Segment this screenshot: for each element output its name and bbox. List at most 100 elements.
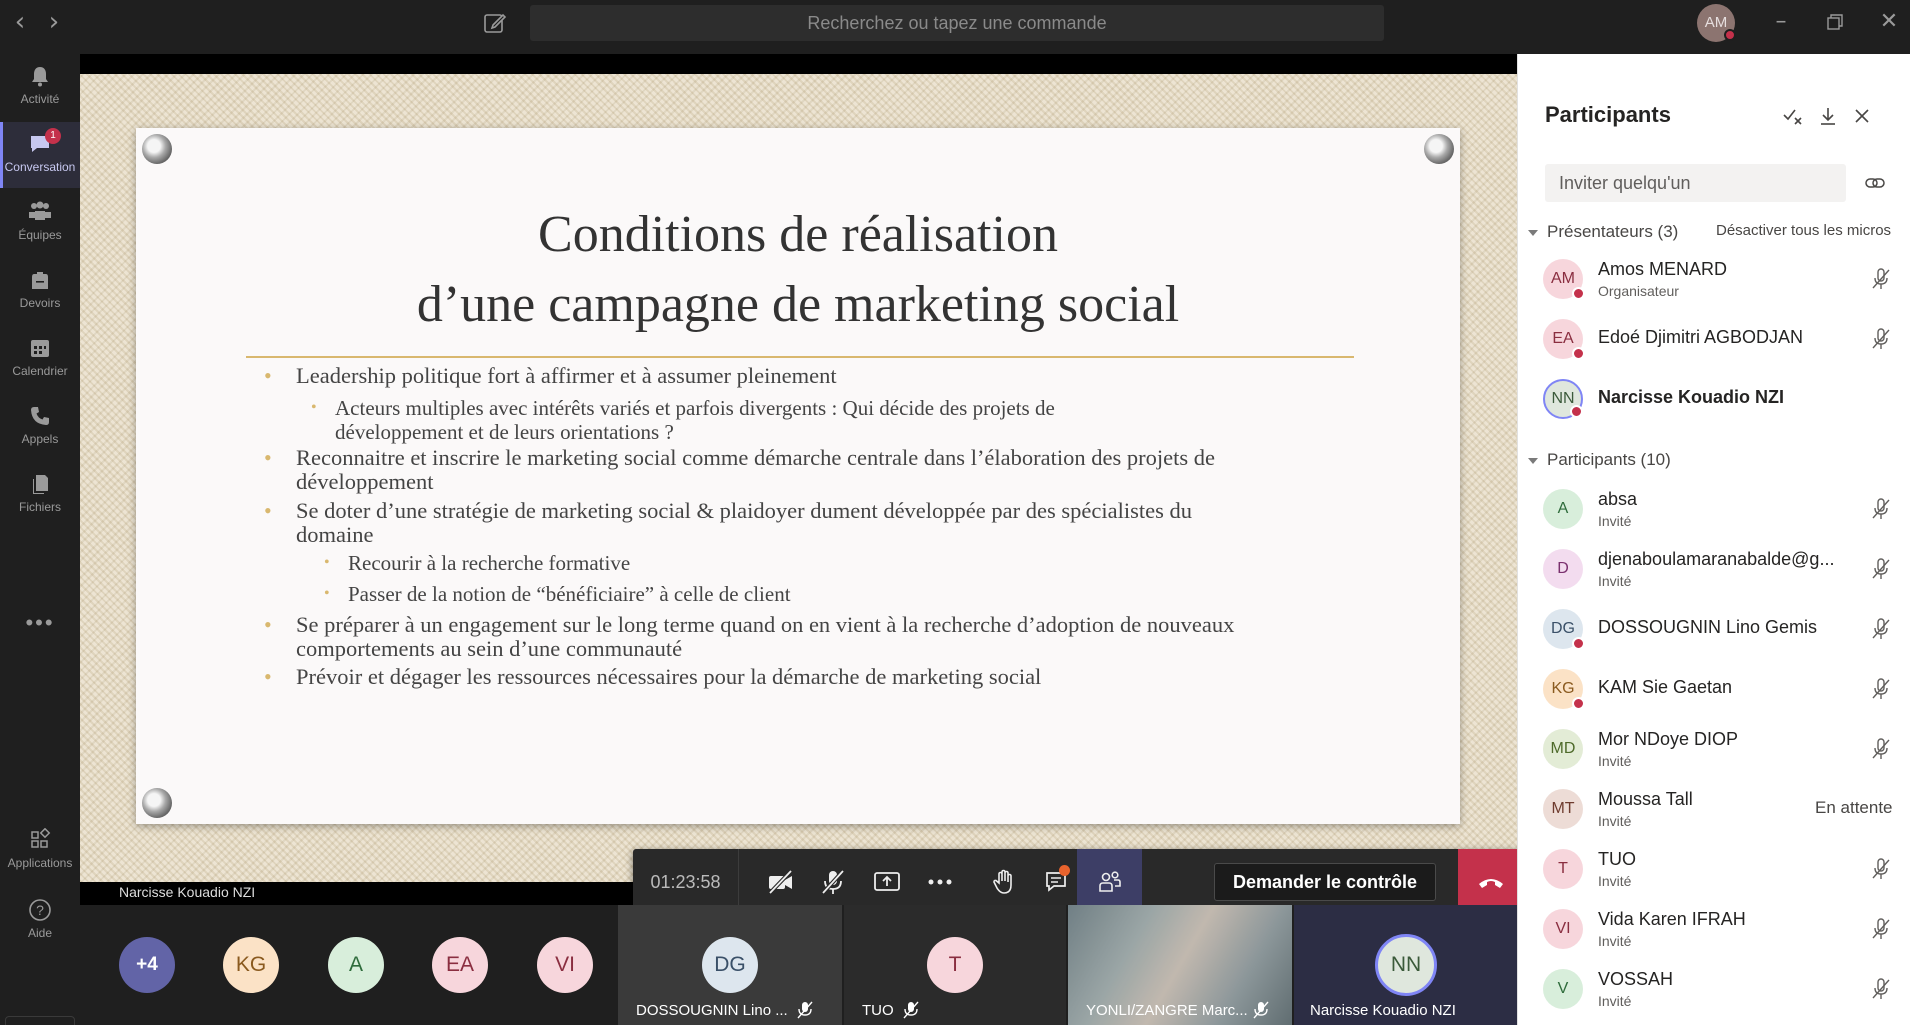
chevron-down-icon [1528,457,1538,464]
search-input[interactable]: Recherchez ou tapez une commande [530,5,1384,41]
forward-icon[interactable]: › [42,9,66,35]
teams-window: ‹ › Recherchez ou tapez une commande AM … [0,0,1910,1025]
app-bar: Activité 1 Conversation Équipes Devoirs … [0,54,80,1025]
presenters-section-toggle[interactable]: Présentateurs (3) [1528,222,1678,242]
mic-off-icon[interactable] [1869,737,1893,761]
avatar[interactable]: AM [1697,4,1736,42]
bullet: Se préparer à un engagement sur le long … [264,613,1331,661]
video-tile[interactable]: DG DOSSOUGNIN Lino ... [618,905,842,1025]
avatar-initials: V [1557,980,1569,997]
participant-avatar[interactable]: KG [223,937,279,993]
participant-row[interactable]: A absa Invité [1518,479,1910,539]
mic-off-icon[interactable] [1869,617,1893,641]
restore-icon[interactable] [1820,8,1850,36]
mic-off-icon[interactable] [1869,977,1893,1001]
avatar: A [1543,489,1583,529]
participant-name: Vida Karen IFRAH [1598,909,1746,929]
chevron-down-icon [1528,229,1538,236]
rail-label: Conversation [4,160,76,174]
participant-name: absa [1598,489,1638,509]
close-window-icon[interactable]: ✕ [1874,8,1904,36]
pin-icon [142,788,172,818]
participant-row[interactable]: DG DOSSOUGNIN Lino Gemis [1518,599,1910,659]
participant-avatar[interactable]: EA [432,937,488,993]
participants-panel: Participants Inviter quelqu'un Présentat… [1517,54,1910,1025]
download-icon[interactable] [1816,104,1840,128]
avatar-initials: KG [1551,680,1575,697]
avatar-initials: D [1557,560,1569,577]
participant-row[interactable]: NN Narcisse Kouadio NZI [1518,369,1910,429]
close-icon[interactable] [1850,104,1874,128]
rail-label: Fichiers [18,500,61,514]
participant-row[interactable]: KG KAM Sie Gaetan [1518,659,1910,719]
rail-item-conversation[interactable]: 1 Conversation [0,122,80,188]
participant-avatar[interactable]: A [328,937,384,993]
participant-row[interactable]: MT Moussa Tall Invité En attente [1518,779,1910,839]
video-tile[interactable]: NN Narcisse Kouadio NZI [1294,905,1517,1025]
invite-input[interactable]: Inviter quelqu'un [1545,164,1846,202]
rail-item-help[interactable]: ? Aide [0,888,80,954]
bullet: Prévoir et dégager les ressources nécess… [264,665,1296,690]
overflow-participants-button[interactable]: +4 [119,937,175,993]
mic-off-icon[interactable] [1869,327,1893,351]
rail-item-teams[interactable]: Équipes [0,190,80,256]
bullet: Se doter d’une stratégie de marketing so… [264,499,1256,547]
backpack-icon [32,272,48,289]
participant-name: TUO [1598,849,1636,869]
manage-permissions-icon[interactable] [1781,104,1805,128]
panel-title: Participants [1545,102,1671,127]
participant-row[interactable]: AM Amos MENARD Organisateur [1518,249,1910,309]
participant-row[interactable]: D djenaboulamaranabalde@g... Invité [1518,539,1910,599]
rail-item-files[interactable]: Fichiers [0,462,80,528]
rail-item-applications[interactable]: Applications [0,818,80,884]
avatar: V [1543,969,1583,1009]
more-apps-icon[interactable]: ••• [0,610,80,636]
mic-off-icon[interactable] [1869,267,1893,291]
avatar-initials: DG [1551,620,1575,637]
mic-off-icon[interactable] [1869,857,1893,881]
help-icon: ? [29,899,51,921]
participant-row[interactable]: VI Vida Karen IFRAH Invité [1518,899,1910,959]
title-bar: ‹ › Recherchez ou tapez une commande AM … [0,0,1910,54]
hand-icon [993,869,1012,894]
avatar: DG [1543,609,1585,650]
avatar: VI [1543,909,1583,949]
rail-item-calendar[interactable]: Calendrier [0,326,80,392]
video-tile[interactable]: YONLI/ZANGRE Marc... [1068,905,1292,1025]
presenter-name: Narcisse Kouadio NZI [119,884,256,900]
participant-row[interactable]: T TUO Invité [1518,839,1910,899]
mic-off-icon[interactable] [1869,917,1893,941]
rail-item-calls[interactable]: Appels [0,394,80,460]
participants-section-toggle[interactable]: Participants (10) [1528,450,1671,470]
mic-off-icon[interactable] [1869,497,1893,521]
participant-row[interactable]: EA Edoé Djimitri AGBODJAN [1518,309,1910,369]
mute-all-link[interactable]: Désactiver tous les micros [1716,222,1891,239]
participant-name: Edoé Djimitri AGBODJAN [1598,327,1804,347]
mic-off-icon[interactable] [1869,677,1893,701]
participant-avatar[interactable]: VI [537,937,593,993]
video-tile[interactable]: T TUO [844,905,1066,1025]
rail-item-assignments[interactable]: Devoirs [0,258,80,324]
participant-row[interactable]: MD Mor NDoye DIOP Invité [1518,719,1910,779]
files-icon [33,475,48,494]
mic-off-icon[interactable] [1869,557,1893,581]
tile-name: DOSSOUGNIN Lino ... [636,1002,788,1019]
participant-row[interactable]: V VOSSAH Invité [1518,959,1910,1019]
avatar-initials: A [1557,500,1569,517]
participant-strip: +4 KG A EA VI DG DOSSOUGNIN Lino ... T T… [80,905,1517,1025]
avatar: AM [1543,259,1585,300]
bell-icon [32,67,48,87]
participant-name: Narcisse Kouadio NZI [1598,387,1785,407]
tile-name: Narcisse Kouadio NZI [1310,1002,1456,1019]
request-control-button[interactable]: Demander le contrôle [1214,863,1436,901]
compose-icon[interactable] [482,10,508,36]
sub-bullet: Passer de la notion de “bénéficiaire” à … [324,582,1148,606]
svg-text:?: ? [36,902,44,918]
rail-item-activity[interactable]: Activité [0,54,80,120]
avatar-initials: MT [1551,800,1575,817]
avatar: NN [1543,379,1583,419]
back-icon[interactable]: ‹ [8,9,32,35]
minimize-icon[interactable]: – [1766,8,1796,36]
share-link-icon[interactable] [1864,173,1886,193]
device-icon[interactable] [5,1016,75,1025]
